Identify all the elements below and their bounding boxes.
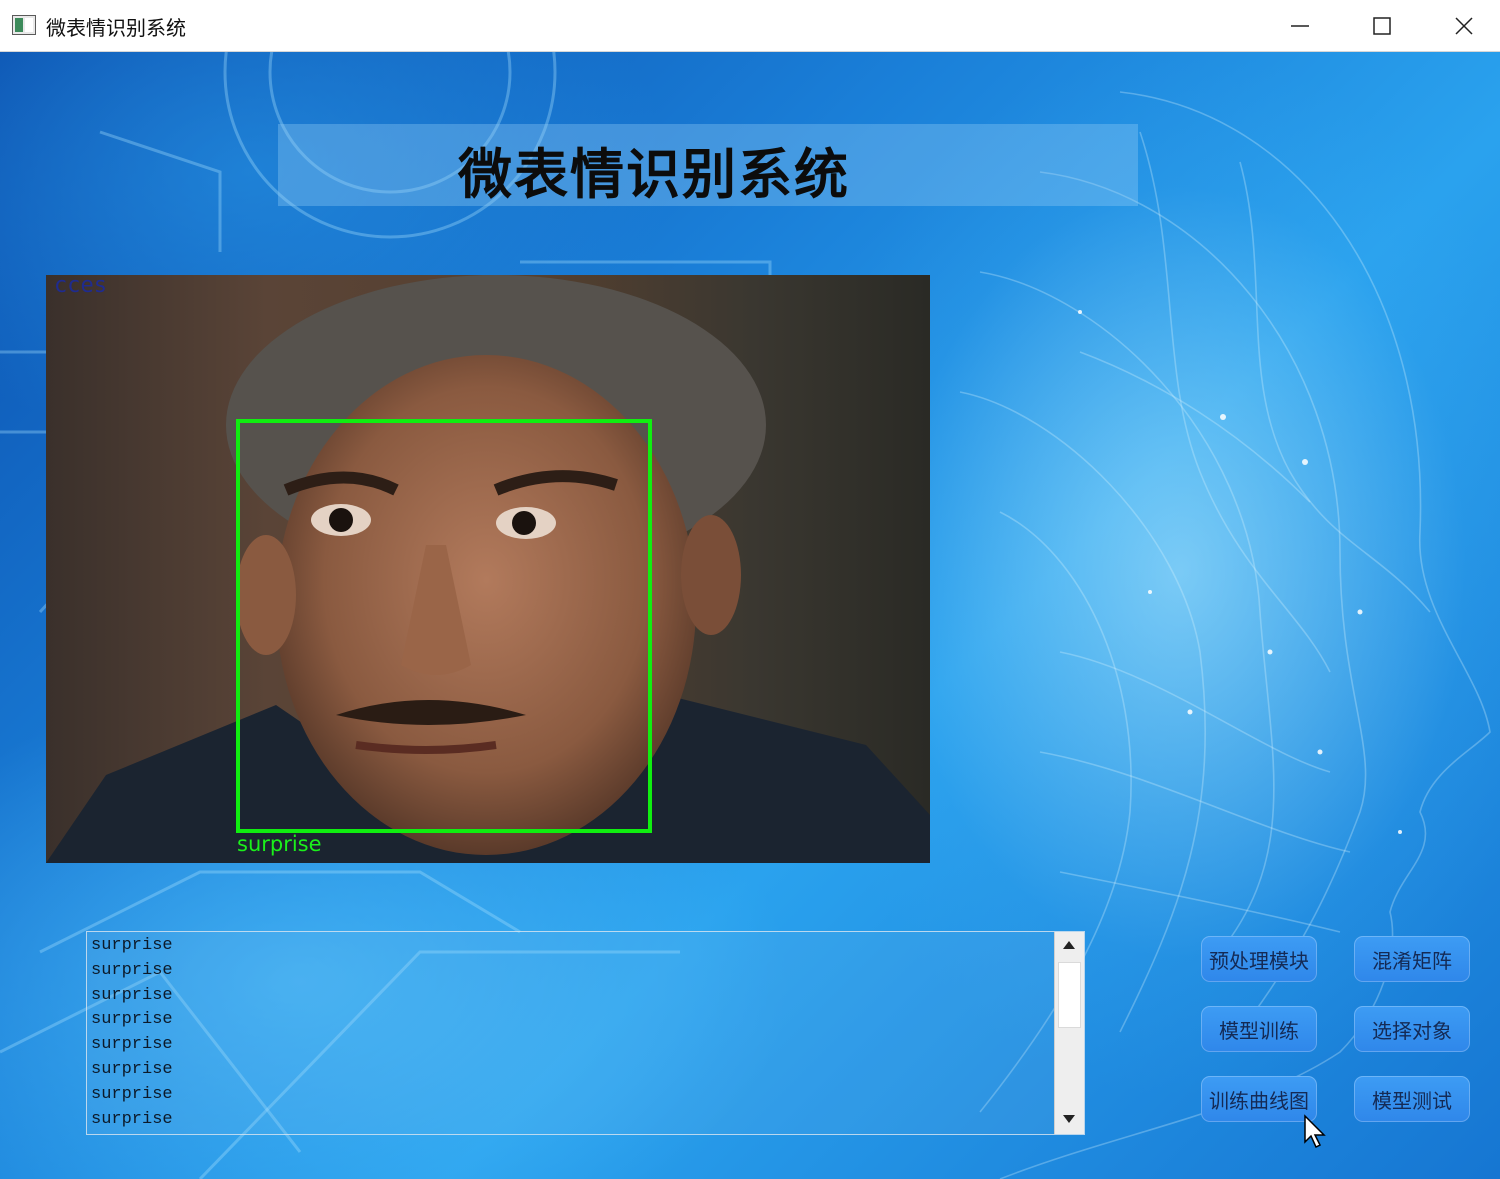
maximize-button[interactable]	[1341, 0, 1423, 52]
minimize-button[interactable]	[1259, 0, 1341, 52]
log-line: surprise	[91, 960, 173, 980]
model-test-button[interactable]: 模型测试	[1354, 1076, 1470, 1122]
log-line: surprise	[91, 1084, 173, 1104]
scroll-thumb[interactable]	[1058, 962, 1081, 1028]
log-line: surprise	[91, 936, 173, 955]
main-window: 微表情识别系统 cces surprise surprise surprise …	[0, 52, 1500, 1179]
scroll-up-icon	[1063, 941, 1075, 949]
log-line: surprise	[91, 1035, 173, 1055]
detection-label: surprise	[237, 832, 322, 856]
video-frame: cces surprise	[46, 275, 930, 863]
log-lines: surprise surprise surprise surprise surp…	[91, 934, 173, 1132]
page-title: 微表情识别系统	[458, 143, 850, 206]
scroll-down-icon	[1063, 1115, 1075, 1123]
mouse-cursor-icon	[1304, 1114, 1326, 1149]
maximize-icon	[1373, 17, 1391, 35]
log-line: surprise	[91, 1109, 173, 1129]
minimize-icon	[1291, 25, 1309, 27]
training-curve-button[interactable]: 训练曲线图	[1201, 1076, 1317, 1122]
log-line: surprise	[91, 1059, 173, 1079]
log-line: surprise	[91, 1010, 173, 1030]
confusion-matrix-button[interactable]: 混淆矩阵	[1354, 936, 1470, 982]
overlay-text: cces	[54, 275, 107, 298]
select-object-button[interactable]: 选择对象	[1354, 1006, 1470, 1052]
log-scrollbar[interactable]	[1054, 932, 1084, 1134]
preprocess-button[interactable]: 预处理模块	[1201, 936, 1317, 982]
model-training-button[interactable]: 模型训练	[1201, 1006, 1317, 1052]
scroll-up-button[interactable]	[1055, 932, 1084, 958]
face-detection-box	[236, 419, 652, 833]
result-log[interactable]: surprise surprise surprise surprise surp…	[86, 931, 1085, 1135]
close-icon	[1455, 17, 1473, 35]
scroll-down-button[interactable]	[1055, 1106, 1084, 1132]
log-line: surprise	[91, 985, 173, 1005]
window-title: 微表情识别系统	[46, 16, 186, 40]
app-window-icon	[12, 15, 36, 35]
close-button[interactable]	[1423, 0, 1500, 52]
title-bar: 微表情识别系统	[0, 0, 1500, 52]
